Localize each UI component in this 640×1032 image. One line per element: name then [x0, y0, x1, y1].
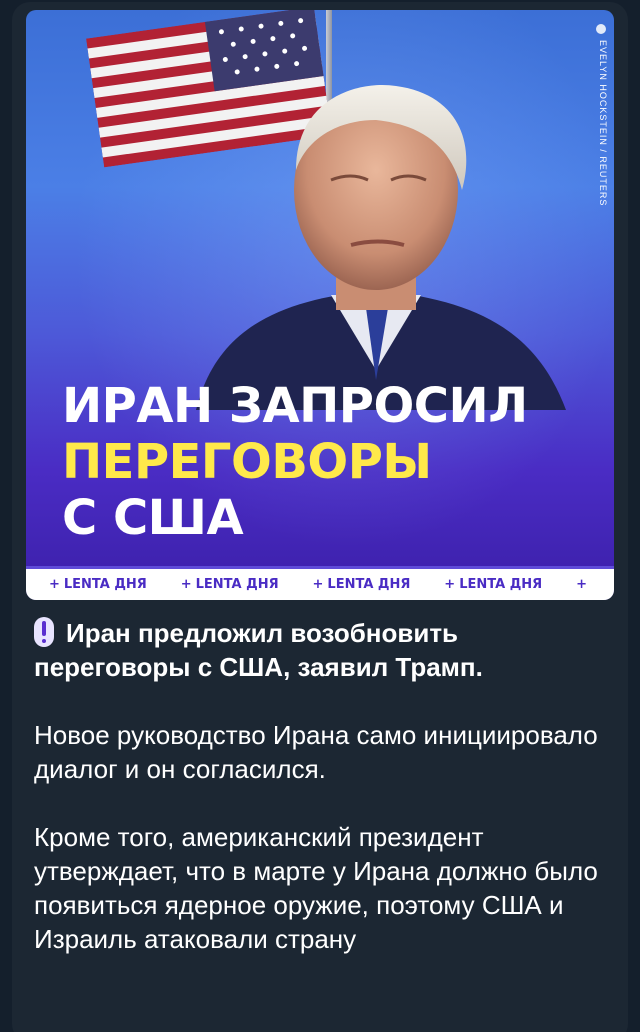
message-bubble[interactable]: EVELYN HOCKSTEIN / REUTERS ИРАН ЗАПРОСИЛ…	[12, 2, 628, 1032]
headline-line-2: ПЕРЕГОВОРЫ	[62, 434, 432, 490]
message-text[interactable]: Иран предложил возобновить переговоры с …	[34, 616, 614, 956]
post-image[interactable]: EVELYN HOCKSTEIN / REUTERS ИРАН ЗАПРОСИЛ…	[26, 10, 614, 600]
ticker-item: + LENTA ДНЯ	[180, 577, 279, 592]
ticker-item: + LENTA ДНЯ	[444, 577, 543, 592]
lead-paragraph: Иран предложил возобновить переговоры с …	[34, 616, 614, 684]
portrait-image	[196, 84, 566, 410]
headline: ИРАН ЗАПРОСИЛ ПЕРЕГОВОРЫ С США	[62, 378, 528, 546]
ticker-item: + LENTA ДНЯ	[48, 577, 147, 592]
photo-credit: EVELYN HOCKSTEIN / REUTERS	[598, 40, 608, 207]
ticker-item: + LENTA ДНЯ	[312, 577, 411, 592]
headline-line-3: С США	[62, 490, 244, 546]
headline-line-1: ИРАН ЗАПРОСИЛ	[62, 378, 528, 434]
exclamation-icon	[34, 617, 54, 647]
ticker-item: +	[576, 577, 587, 592]
paragraph-2: Кроме того, американский президент утвер…	[34, 822, 598, 954]
lead-text: Иран предложил возобновить переговоры с …	[34, 618, 483, 682]
copyright-icon	[596, 24, 606, 34]
lenta-ticker: + LENTA ДНЯ + LENTA ДНЯ + LENTA ДНЯ + LENTA …	[26, 566, 614, 600]
paragraph-1: Новое руководство Ирана само инициировал…	[34, 720, 598, 784]
